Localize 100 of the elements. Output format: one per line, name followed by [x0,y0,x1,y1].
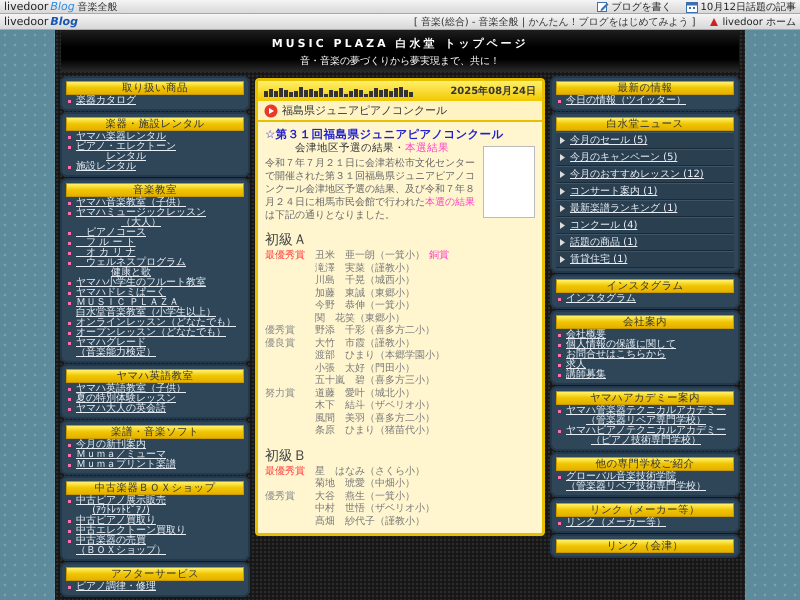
breadcrumb-links[interactable]: [ 音楽(総合) - 音楽全般 | かんたん！ブログをはじめてみよう ] [414,14,696,28]
bullet-icon [68,454,71,457]
sidebar-link[interactable]: コンサート案内 (1) [570,186,658,197]
panel-heading: 取り扱い商品 [66,81,244,95]
bullet-icon [558,298,561,301]
sidebar-link[interactable]: 今月の新刊案内 [76,440,146,450]
panel-heading: リンク（メーカー等） [556,503,734,517]
winner-name: 加藤 東誠（東郷小） [315,288,415,300]
sidebar-link[interactable]: 最新楽譜ランキング (1) [570,203,678,214]
sidebar-link[interactable]: 楽器カタログ [76,96,136,106]
sidebar-link[interactable]: ヤマハ楽器レンタル [76,132,166,142]
bullet-icon [558,410,561,413]
bullet-icon [68,242,71,245]
sidebar-link[interactable]: インスタグラム [566,294,636,304]
sidebar-link[interactable]: オ カ リ ナ [76,248,136,258]
award-label: 優秀賞 [265,325,296,338]
sidebar-link[interactable]: 求人 [566,360,586,370]
winner-name: 道藤 愛叶（城北小） [315,388,415,400]
bullet-icon [68,302,71,305]
top-link[interactable]: 10月12日話題の記事 [686,0,796,14]
panel-heading: 白水堂ニュース [556,117,734,131]
post-title: 福島県ジュニアピアノコンクール [282,103,447,118]
post-date: 2025年08月24日 [450,84,536,98]
site-tagline: 音・音楽の夢づくりから夢実現まで、共に！ [299,56,501,68]
bullet-icon [68,398,71,401]
bullet-icon [68,166,71,169]
panel-heading: 音楽教室 [66,183,244,197]
bullet-icon [68,322,71,325]
blog-logo[interactable]: livedoor Blog [4,0,75,13]
bullet-icon [68,232,71,235]
bullet-icon [68,342,71,345]
sidebar-link[interactable]: 中古エレクトーン買取り [76,526,186,536]
winner-name: 星 はなみ（さくら小） [315,466,425,478]
calendar-icon [686,0,698,12]
sidebar-link[interactable]: ヤマハ大人の英会話 [76,404,166,414]
top-link[interactable]: ブログを書く [596,0,672,14]
record-icon [264,104,278,118]
sidebar-link[interactable]: フ ル ー ト [76,238,136,248]
sidebar-link[interactable]: 講師募集 [566,370,606,380]
bullet-icon [558,354,561,357]
sidebar-link[interactable]: ヤマハ小学生のフルート教室 [76,278,206,288]
arrow-icon [560,154,565,161]
bullet-icon [558,522,561,525]
bullet-icon [68,500,71,503]
winner-name: 丑米 亜一朗（一箕小） [315,250,425,262]
bullet-icon [68,202,71,205]
bullet-icon [68,388,71,391]
prize-label: 銅賞 [429,250,449,262]
sidebar-link[interactable]: Ｍｕｍａプリント楽譜 [76,460,176,470]
sidebar-link[interactable]: コンクール (4) [570,220,638,231]
winner-name: 風間 美羽（喜多方二小） [315,412,435,424]
panel-heading: ヤマハ英語教室 [66,369,244,383]
panel-heading: 中古楽器ＢＯＸショップ [66,481,244,495]
sidebar-link[interactable]: 中古ピアノ展示販売 (ｱｳﾄﾚｯﾄﾋﾟｱﾉ) [76,496,166,516]
winner-name: 関 花笑（東郷小） [315,312,405,324]
winner-name: 今野 恭伸（一箕小） [315,300,415,312]
award-label: 優良賞 [265,338,296,350]
bullet-icon [68,282,71,285]
sidebar-link[interactable]: 施設レンタル [76,162,136,172]
panel-heading: 会社案内 [556,315,734,329]
sidebar-link[interactable]: 話題の商品 (1) [570,237,638,248]
bullet-icon [68,262,71,265]
panel-heading: インスタグラム [556,279,734,293]
sidebar-link[interactable]: 今月のキャンペーン (5) [570,152,678,163]
arrow-icon [560,205,565,212]
site-title: MUSIC PLAZA 白水堂 トップページ [270,37,530,50]
sidebar-link[interactable]: 今月のセール (5) [570,135,648,146]
winner-name: 髙畑 紗代子（謹教小） [315,516,425,528]
bullet-icon [68,530,71,533]
panel-heading: ヤマハアカデミー案内 [556,391,734,405]
winner-name: 滝澤 実菜（謹教小） [315,262,415,274]
winner-name: 渡部 ひまり（本郷学園小） [315,350,445,362]
arrow-icon [560,222,565,229]
bullet-icon [68,408,71,411]
bullet-icon [68,212,71,215]
winner-name: 中村 世悟（ザベリオ小） [315,503,435,516]
bullet-icon [68,464,71,467]
category-link[interactable]: 音楽全般 [78,0,118,14]
blog-logo[interactable]: livedoor Blog [4,15,78,28]
bullet-icon [558,334,561,337]
winner-name: 野添 千彩（喜多方二小） [315,325,435,338]
bullet-icon [68,146,71,149]
sidebar-link[interactable]: 中古ピアノ買取り [76,516,156,526]
home-link[interactable]: livedoor ホーム [709,14,796,28]
arrow-icon [560,137,565,144]
sidebar-link[interactable]: ピアノ調律・修理 [76,582,156,592]
bullet-icon [68,292,71,295]
article-heading[interactable]: ☆第３１回福島県ジュニアピアノコンクール [265,127,535,141]
bullet-icon [68,586,71,589]
panel-heading: リンク（会津） [556,539,734,553]
section-heading: 初級Ｂ [265,448,308,464]
winner-name: 大谷 燕生（一箕小） [315,490,415,502]
bullet-icon [68,332,71,335]
arrow-icon [560,188,565,195]
sidebar-link[interactable]: ピアノ・エレクトーン レンタル [76,142,176,162]
arrow-icon [560,171,565,178]
sidebar-link[interactable]: 会社概要 [566,330,606,340]
sidebar-link[interactable]: 夏の特別体験レッスン [76,394,176,404]
bullet-icon [558,344,561,347]
sidebar-link[interactable]: ピアノコース [76,228,146,238]
